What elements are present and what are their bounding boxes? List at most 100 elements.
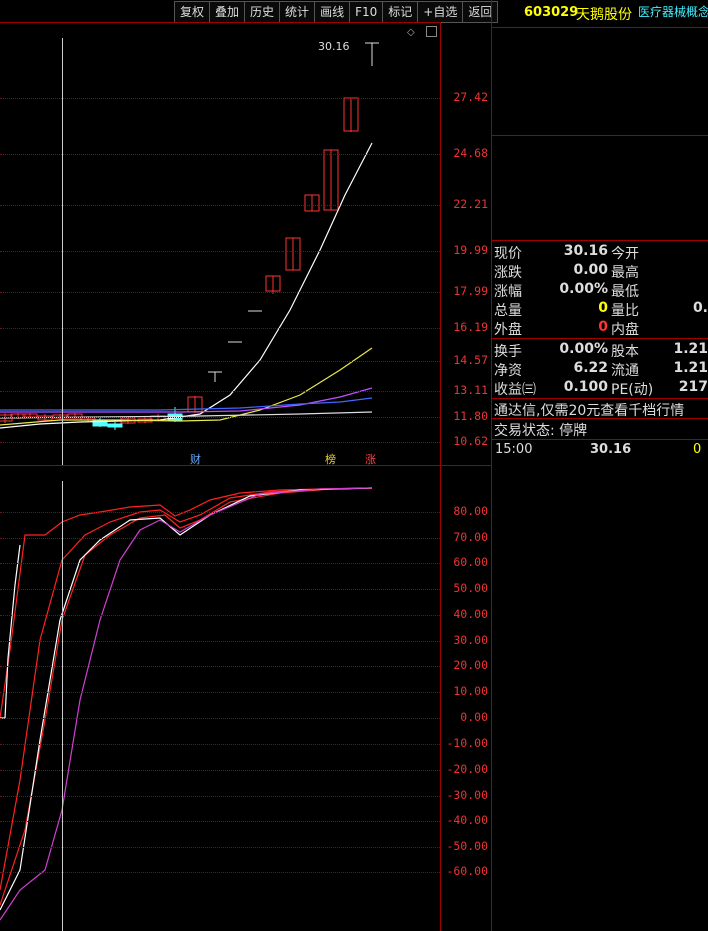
- panel-line: [492, 135, 708, 136]
- price-tick-label: 27.42: [453, 90, 488, 104]
- indicator-tick-label: -30.00: [446, 788, 488, 802]
- grid-line: [0, 328, 440, 329]
- kdj-red-3: [0, 487, 373, 906]
- grid-line: [0, 770, 440, 771]
- grid-line: [0, 205, 440, 206]
- grid-line: [0, 872, 440, 873]
- grid-line: [0, 718, 440, 719]
- grid-line: [0, 796, 440, 797]
- quote-value: 0.00%: [559, 341, 608, 357]
- grid-line: [0, 361, 440, 362]
- limit-up-event-marker[interactable]: 涨: [365, 451, 376, 467]
- grid-line: [0, 251, 440, 252]
- quote-label: 总量: [494, 303, 522, 319]
- quote-label: 流通: [611, 363, 639, 379]
- ma30-line: [0, 397, 373, 411]
- grid-line: [0, 666, 440, 667]
- candle-body: [107, 423, 123, 428]
- price-tick-label: 10.62: [453, 434, 488, 448]
- indicator-tick-label: 80.00: [453, 504, 488, 518]
- quote-label: 内盘: [611, 322, 639, 338]
- notice-text[interactable]: 通达信,仅需20元查看千档行情: [494, 400, 684, 420]
- indicator-tick-label: -10.00: [446, 736, 488, 750]
- indicator-tick-label: 30.00: [453, 633, 488, 647]
- indicator-tick-label: -20.00: [446, 762, 488, 776]
- grid-line: [0, 391, 440, 392]
- quote-value: 30.16: [563, 243, 608, 259]
- finance-event-marker[interactable]: 财: [190, 451, 201, 467]
- price-tick-label: 13.11: [453, 383, 488, 397]
- trade-status: 交易状态: 停牌: [494, 423, 588, 439]
- quote-value: 217: [678, 379, 708, 395]
- grid-line: [0, 417, 440, 418]
- indicator-magenta: [0, 487, 373, 921]
- stock-name: 天鹅股份: [576, 7, 632, 23]
- grid-line: [0, 292, 440, 293]
- ranking-event-marker[interactable]: 榜: [325, 451, 336, 467]
- tick-price: 30.16: [590, 442, 632, 457]
- indicator-tick-label: 0.00: [460, 710, 488, 724]
- panel-divider: [491, 0, 492, 931]
- quote-label: 最低: [611, 284, 639, 300]
- kdj-red-1: [0, 487, 373, 719]
- grid-line: [0, 563, 440, 564]
- grid-line: [0, 692, 440, 693]
- quote-label: 最高: [611, 265, 639, 281]
- quote-label: PE(动): [611, 382, 654, 398]
- panel-line: [492, 240, 708, 241]
- quote-label: 涨跌: [494, 265, 522, 281]
- price-tick-label: 19.99: [453, 243, 488, 257]
- tick-time: 15:00: [495, 442, 533, 457]
- quote-label: 现价: [494, 246, 522, 262]
- indicator-tick-label: 10.00: [453, 684, 488, 698]
- quote-value: 0: [598, 300, 608, 316]
- quote-label: 涨幅: [494, 284, 522, 300]
- indicator-tick-label: 70.00: [453, 530, 488, 544]
- indicator-tick-label: -40.00: [446, 813, 488, 827]
- indicator-tick-label: 20.00: [453, 658, 488, 672]
- indicator-tick-label: 40.00: [453, 607, 488, 621]
- back-button[interactable]: 返回: [462, 1, 499, 23]
- quote-label: 换手: [494, 344, 522, 360]
- high-price-label: 30.16: [318, 40, 350, 53]
- quote-label: 外盘: [494, 322, 522, 338]
- indicator-tick-label: 50.00: [453, 581, 488, 595]
- indicator-tick-label: 60.00: [453, 555, 488, 569]
- price-tick-label: 16.19: [453, 320, 488, 334]
- quote-value: 1.21: [673, 341, 708, 357]
- grid-line: [0, 821, 440, 822]
- quote-value: 0: [598, 319, 608, 335]
- grid-line: [0, 589, 440, 590]
- stock-code: 603029: [524, 5, 579, 20]
- quote-value: 0.: [692, 300, 708, 316]
- quote-value: 0.00: [573, 262, 608, 278]
- indicator-tick-label: -60.00: [446, 864, 488, 878]
- quote-value: 0.100: [563, 379, 608, 395]
- grid-line: [0, 538, 440, 539]
- quote-label: 收益㈢: [494, 382, 536, 398]
- crosshair-line: [62, 481, 63, 931]
- concept-tag[interactable]: 医疗器械概念: [638, 3, 708, 20]
- grid-line: [0, 641, 440, 642]
- grid-line: [0, 615, 440, 616]
- price-tick-label: 22.21: [453, 197, 488, 211]
- tick-volume: 0: [693, 442, 702, 457]
- price-tick-label: 14.57: [453, 353, 488, 367]
- quote-label: 股本: [611, 344, 639, 360]
- grid-line: [0, 847, 440, 848]
- price-tick-label: 24.68: [453, 146, 488, 160]
- quote-value: 6.22: [573, 360, 608, 376]
- quote-label: 今开: [611, 246, 639, 262]
- price-tick-label: 17.99: [453, 284, 488, 298]
- quote-value: 1.21: [673, 360, 708, 376]
- quote-label: 量比: [611, 303, 639, 319]
- axis-divider: [440, 22, 441, 931]
- grid-line: [0, 512, 440, 513]
- price-tick-label: 11.80: [453, 409, 488, 423]
- grid-line: [0, 98, 440, 99]
- grid-line: [0, 744, 440, 745]
- quote-value: 0.00%: [559, 281, 608, 297]
- panel-line: [492, 338, 708, 339]
- quote-label: 净资: [494, 363, 522, 379]
- grid-line: [0, 442, 440, 443]
